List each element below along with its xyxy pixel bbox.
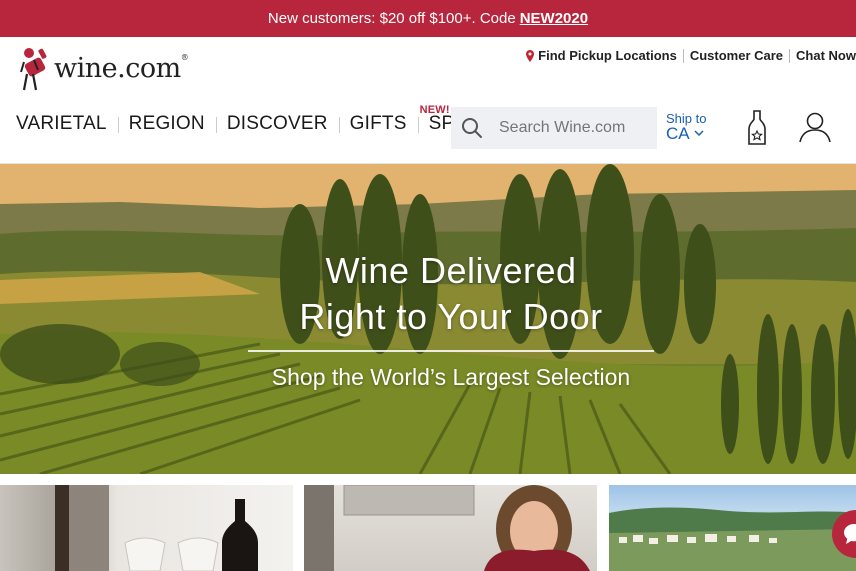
account-icon[interactable] [798,111,832,143]
chat-now-link[interactable]: Chat Now [796,48,856,63]
main-nav: VARIETAL REGION DISCOVER GIFTS NEW! SPIR… [16,104,515,136]
promo-text: New customers: $20 off $100+. Code [267,10,516,27]
chat-icon [844,524,856,544]
search-input[interactable] [499,119,649,137]
wine-expert-photo-image [304,485,590,571]
promo-tile-wine-glasses[interactable] [0,485,293,571]
hero-text: Wine Delivered Right to Your Door Shop t… [248,248,654,391]
nav-region[interactable]: REGION [117,112,216,136]
ship-to-selector[interactable]: Ship to CA [666,111,706,142]
wine-mascot-logo-icon [20,48,47,91]
hero-divider [248,350,654,352]
promo-tiles [0,485,856,571]
divider [789,48,791,63]
brand-logo[interactable]: wine.com® [18,44,189,92]
wine-bottle-icon[interactable] [745,109,769,147]
utility-links: Find Pickup Locations Customer Care Chat… [526,48,856,63]
customer-care-link[interactable]: Customer Care [690,48,783,63]
hero-banner[interactable]: Wine Delivered Right to Your Door Shop t… [0,164,856,474]
ship-to-state: CA [666,125,706,142]
new-badge: NEW! [419,104,450,116]
wine-region-village-image [609,507,856,571]
promo-tile-region[interactable] [609,485,856,571]
divider [682,48,684,63]
hero-heading-line-1: Wine Delivered [325,250,577,291]
hero-subtitle: Shop the World’s Largest Selection [271,364,631,390]
location-pin-icon [526,49,535,62]
promo-code-link[interactable]: NEW2020 [520,10,588,27]
nav-varietal[interactable]: VARIETAL [16,112,118,136]
search-icon[interactable] [461,117,483,139]
hero-heading-line-2: Right to Your Door [299,296,603,337]
nav-gifts[interactable]: GIFTS [338,112,418,136]
promo-tile-expert[interactable] [304,485,597,571]
nav-discover[interactable]: DISCOVER [215,112,339,136]
brand-wordmark: wine.com® [54,52,189,84]
site-header: wine.com® Find Pickup Locations Customer… [0,37,856,164]
search-bar[interactable] [451,107,657,149]
find-pickup-link[interactable]: Find Pickup Locations [538,48,677,63]
wine-glasses-image [55,485,258,571]
chevron-down-icon [694,130,704,137]
promo-banner[interactable]: New customers: $20 off $100+. Code NEW20… [0,0,856,37]
